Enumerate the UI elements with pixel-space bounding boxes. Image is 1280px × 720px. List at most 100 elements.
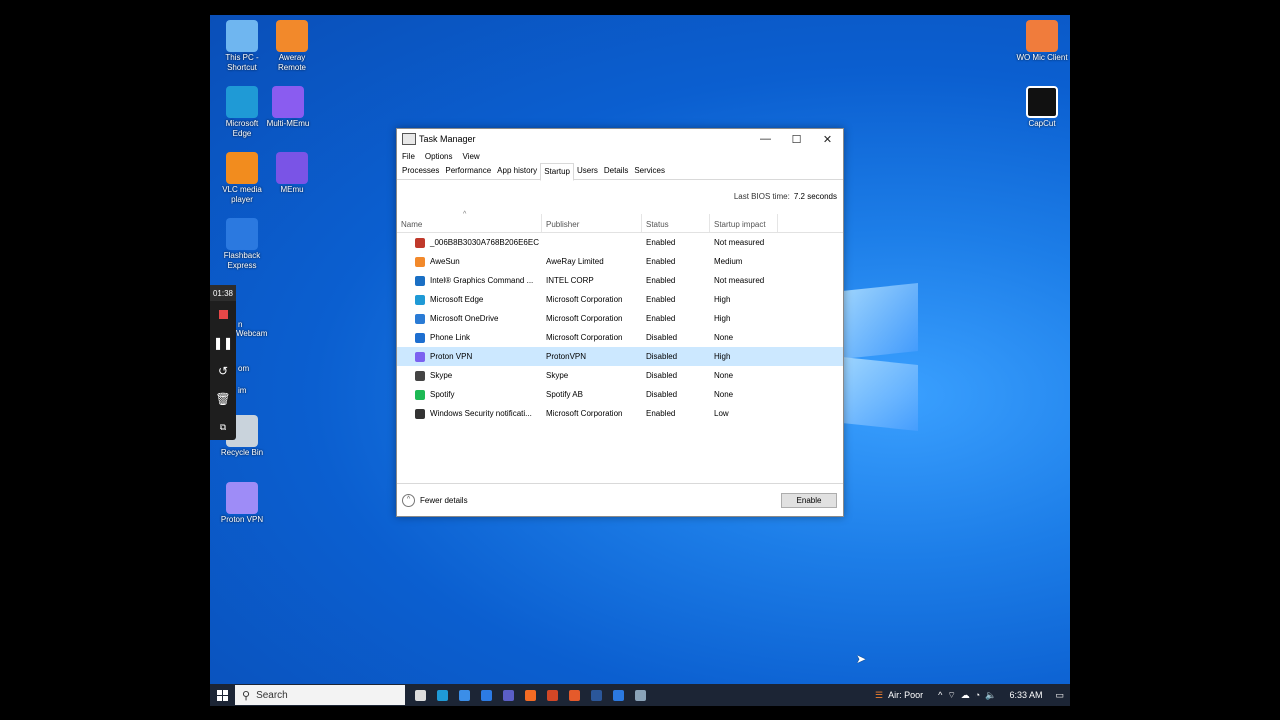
stop-icon[interactable] — [210, 301, 236, 329]
desktop-icon[interactable]: WO Mic Client — [1016, 20, 1068, 63]
start-button[interactable] — [210, 684, 234, 706]
cell-publisher: Microsoft Corporation — [546, 314, 623, 323]
table-row[interactable]: _006B8B3030A768B206E6EC Enabled Not measur… — [397, 233, 843, 252]
store-taskbar-icon[interactable] — [453, 685, 475, 705]
desktop-icon-label: MEmu — [280, 185, 304, 194]
clock[interactable]: 6:33 AM — [1009, 690, 1042, 700]
table-row[interactable]: Intel® Graphics Command ... INTEL CORP Ena… — [397, 271, 843, 290]
menu-bar: File Options View — [397, 149, 843, 163]
app-name: Skype — [430, 371, 453, 380]
menu-options[interactable]: Options — [425, 152, 453, 161]
app-icon — [226, 20, 258, 52]
table-row[interactable]: Proton VPN ProtonVPN Disabled High — [397, 347, 843, 366]
table-row[interactable]: Spotify Spotify AB Disabled None — [397, 385, 843, 404]
wifi-icon[interactable]: ◔ — [975, 690, 980, 700]
network-icon[interactable]: ⌔ — [947, 690, 955, 701]
taskbar-apps — [409, 685, 651, 705]
desktop-icon-label: Flashback Express — [223, 251, 261, 270]
table-row[interactable]: Microsoft Edge Microsoft Corporation Enabl… — [397, 290, 843, 309]
desktop-icon[interactable]: Flashback Express — [216, 218, 268, 271]
cell-publisher: AweRay Limited — [546, 257, 604, 266]
desktop-icon[interactable]: CapCut — [1016, 86, 1068, 129]
desktop-icon-label: VLC media player — [222, 185, 262, 204]
tab-services[interactable]: Services — [631, 163, 668, 179]
app-icon — [1026, 86, 1058, 118]
title-bar[interactable]: Task Manager — ☐ ✕ — [397, 129, 843, 149]
desktop-icon-label: Proton VPN — [220, 515, 264, 524]
maximize-button[interactable]: ☐ — [781, 133, 812, 146]
table-row[interactable]: Phone Link Microsoft Corporation Disabled N… — [397, 328, 843, 347]
table-row[interactable]: Microsoft OneDrive Microsoft Corporation E… — [397, 309, 843, 328]
tab-app-history[interactable]: App history — [494, 163, 540, 179]
enable-button[interactable]: Enable — [781, 492, 837, 508]
menu-view[interactable]: View — [462, 152, 479, 161]
column-name[interactable]: Name — [397, 214, 542, 232]
desktop-icon[interactable]: Aweray Remote — [266, 20, 318, 73]
flashback-icon — [612, 689, 624, 701]
menu-file[interactable]: File — [402, 152, 415, 161]
weather-text[interactable]: Air: Poor — [888, 690, 923, 700]
search-box[interactable]: ⚲ Search — [235, 685, 405, 705]
volume-icon[interactable]: 🔈 — [985, 690, 996, 701]
cell-startup-impact: None — [714, 390, 734, 399]
restart-icon[interactable]: ↺ — [210, 357, 236, 385]
table-row[interactable]: Windows Security notificati... Microsoft … — [397, 404, 843, 423]
task-view-taskbar-icon[interactable] — [409, 685, 431, 705]
column-status[interactable]: Status — [642, 214, 710, 232]
tab-users[interactable]: Users — [574, 163, 601, 179]
pause-icon[interactable]: ❚❚ — [210, 329, 236, 357]
minimize-button[interactable]: — — [750, 133, 781, 145]
desktop-icon-label: CapCut — [1028, 119, 1056, 128]
tab-performance[interactable]: Performance — [442, 163, 494, 179]
desktop-icon[interactable]: Microsoft Edge — [216, 86, 268, 139]
fewer-details-link[interactable]: ^ Fewer details — [397, 493, 781, 507]
close-button[interactable]: ✕ — [812, 133, 843, 146]
windows-logo-wallpaper — [842, 273, 920, 445]
app-icon — [415, 332, 425, 343]
cell-name: _006B8B3030A768B206E6EC — [397, 237, 542, 248]
firefox-taskbar-icon[interactable] — [519, 685, 541, 705]
desktop-icon[interactable]: Multi-MEmu — [262, 86, 314, 129]
capture-icon[interactable]: ⧉ — [210, 413, 236, 441]
aweray-taskbar-icon[interactable] — [563, 685, 585, 705]
task-manager-icon — [634, 689, 646, 701]
desktop-icon[interactable]: MEmu — [266, 152, 318, 195]
tab-processes[interactable]: Processes — [399, 163, 442, 179]
desktop-icon[interactable]: VLC media player — [216, 152, 268, 205]
cell-status: Enabled — [646, 295, 676, 304]
app-icon — [415, 275, 425, 286]
mail-taskbar-icon[interactable] — [475, 685, 497, 705]
cell-startup-impact: High — [714, 314, 731, 323]
column-publisher[interactable]: Publisher — [542, 214, 642, 232]
desktop-icon[interactable]: Proton VPN — [216, 482, 268, 525]
tab-details[interactable]: Details — [601, 163, 631, 179]
screen-recorder-widget[interactable]: 01:38 ❚❚ ↺ 🗑 ⧉ — [210, 285, 236, 440]
recorder-time: 01:38 — [210, 285, 236, 301]
chevron-up-tray-icon[interactable]: ^ — [938, 690, 942, 700]
task-manager-taskbar-icon[interactable] — [629, 685, 651, 705]
cell-name: AweSun — [397, 256, 542, 267]
task-view-icon — [414, 689, 426, 701]
delete-icon[interactable]: 🗑 — [210, 385, 236, 413]
tab-startup[interactable]: Startup — [540, 163, 574, 181]
table-row[interactable]: AweSun AweRay Limited Enabled Medium — [397, 252, 843, 271]
cloud-icon[interactable]: ☁ — [961, 690, 970, 701]
teams-taskbar-icon[interactable] — [497, 685, 519, 705]
cell-startup-impact: High — [714, 352, 731, 361]
app-icon — [276, 20, 308, 52]
app-icon — [415, 294, 425, 305]
cell-status: Disabled — [646, 333, 678, 342]
word-taskbar-icon[interactable] — [585, 685, 607, 705]
partial-icon-label: om — [238, 364, 250, 373]
flashback-taskbar-icon[interactable] — [607, 685, 629, 705]
edge-taskbar-icon[interactable] — [431, 685, 453, 705]
desktop-icon[interactable]: This PC - Shortcut — [216, 20, 268, 73]
cell-publisher: ProtonVPN — [546, 352, 587, 361]
store-icon — [458, 689, 470, 701]
desktop-icon-label: Aweray Remote — [277, 53, 306, 72]
column-startup-impact[interactable]: Startup impact — [710, 214, 778, 232]
powerpoint-taskbar-icon[interactable] — [541, 685, 563, 705]
notifications-icon[interactable]: ▭ — [1055, 690, 1064, 701]
table-row[interactable]: Skype Skype Disabled None — [397, 366, 843, 385]
bios-label: Last BIOS time: — [733, 192, 790, 201]
